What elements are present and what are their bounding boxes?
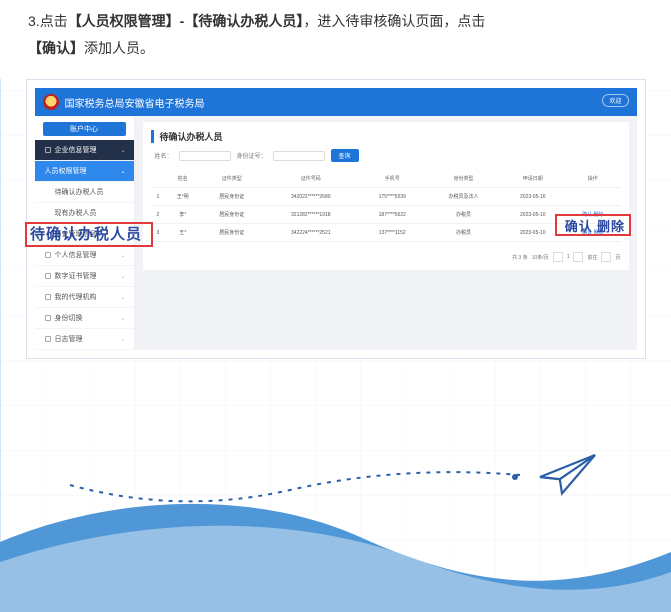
menu-icon — [45, 252, 51, 258]
sidebar-item[interactable]: 数字证书管理 ⌄ — [35, 266, 134, 287]
pager-total: 共 3 条 — [512, 254, 528, 261]
menu-icon — [45, 294, 51, 300]
nav-label: 待确认办税人员 — [55, 187, 104, 197]
td: 187****5622 — [358, 206, 426, 224]
th: 手机号 — [358, 170, 426, 188]
td: 王* — [165, 224, 200, 242]
th: 身份类型 — [426, 170, 500, 188]
td: 137****1152 — [358, 224, 426, 242]
instr-t1: 【人员权限管理】-【待确认办税人员】 — [68, 13, 304, 29]
instr-t0: 点击 — [40, 13, 68, 29]
idno-input[interactable] — [273, 151, 325, 161]
sidebar-item-active[interactable]: 人员权限管理 ⌄ — [35, 161, 134, 182]
td: 居民身份证 — [200, 188, 263, 206]
pager-jump-input[interactable] — [601, 252, 611, 262]
nav-label: 日志管理 — [55, 334, 83, 344]
th: 证件类型 — [200, 170, 263, 188]
row-actions[interactable] — [565, 188, 620, 206]
sidebar-item[interactable]: 我的代理机构 ⌄ — [35, 287, 134, 308]
app-title: 国家税务总局安徽省电子税务局 — [65, 95, 205, 110]
filter-bar: 姓名： 身份证号： 查询 — [155, 149, 621, 162]
nav-label: 身份切换 — [55, 313, 83, 323]
th — [151, 170, 166, 188]
callout-box-left — [25, 222, 153, 247]
filter-label: 姓名： — [155, 151, 173, 160]
pager-perpage[interactable]: 10条/页 — [532, 254, 549, 261]
instr-t2: ，进入待审核确认页面，点击 — [303, 13, 485, 29]
td: 342224******2521 — [263, 224, 358, 242]
nav-label: 人员权限管理 — [45, 166, 87, 176]
table-row: 1 王*明 居民身份证 342022******2680 175****5539… — [151, 188, 621, 206]
th: 申请日期 — [501, 170, 566, 188]
pager-prev[interactable] — [553, 252, 563, 262]
instruction-paragraph: 3.点击【人员权限管理】-【待确认办税人员】，进入待审核确认页面，点击【确认】添… — [0, 0, 671, 79]
menu-icon — [45, 273, 51, 279]
td: 321282******1918 — [263, 206, 358, 224]
chevron-down-icon: ⌄ — [120, 336, 125, 343]
sidebar-item[interactable]: 日志管理 ⌄ — [35, 329, 134, 350]
chevron-down-icon: ⌄ — [120, 273, 125, 280]
td: 办税员 — [426, 224, 500, 242]
user-badge[interactable]: 欢迎 — [602, 94, 628, 107]
td: 办税员 — [426, 206, 500, 224]
pager-next[interactable] — [573, 252, 583, 262]
screenshot-frame: 国家税务总局安徽省电子税务局 欢迎 账户中心 企业信息管理 ⌄ 人员权限管理 ⌄ 待… — [26, 79, 646, 359]
th: 证件号码 — [263, 170, 358, 188]
th: 姓名 — [165, 170, 200, 188]
td: 居民身份证 — [200, 206, 263, 224]
search-button[interactable]: 查询 — [331, 149, 359, 162]
nav-label: 现有办税人员 — [55, 208, 97, 218]
chevron-down-icon: ⌄ — [120, 168, 125, 175]
nav-label: 数字证书管理 — [55, 271, 97, 281]
chevron-down-icon: ⌄ — [120, 147, 125, 154]
pagination: 共 3 条 10条/页 1 前往 页 — [151, 252, 621, 262]
td: 办税员及法人 — [426, 188, 500, 206]
td: 2023-05-16 — [501, 188, 566, 206]
table-row: 3 王* 居民身份证 342224******2521 137****1152 … — [151, 224, 621, 242]
chevron-down-icon: ⌄ — [120, 294, 125, 301]
filter-label: 身份证号： — [237, 151, 267, 160]
td: 342022******2680 — [263, 188, 358, 206]
sidebar-item[interactable]: 企业信息管理 ⌄ — [35, 140, 134, 161]
sidebar-item[interactable]: 身份切换 ⌄ — [35, 308, 134, 329]
td: 1 — [151, 188, 166, 206]
table-row: 2 李* 居民身份证 321282******1918 187****5622 … — [151, 206, 621, 224]
td: 2 — [151, 206, 166, 224]
nav-label: 企业信息管理 — [55, 145, 97, 155]
nav-label: 个人信息管理 — [55, 250, 97, 260]
menu-icon — [45, 147, 51, 153]
results-table: 姓名 证件类型 证件号码 手机号 身份类型 申请日期 操作 1 王*明 — [151, 170, 621, 242]
instr-t4: 添加人员。 — [84, 40, 154, 56]
td: 175****5539 — [358, 188, 426, 206]
sidebar-tab[interactable]: 账户中心 — [43, 122, 126, 136]
chevron-down-icon: ⌄ — [120, 315, 125, 322]
menu-icon — [45, 336, 51, 342]
name-input[interactable] — [179, 151, 231, 161]
td: 居民身份证 — [200, 224, 263, 242]
callout-box-right — [555, 214, 631, 236]
menu-icon — [45, 315, 51, 321]
th: 操作 — [565, 170, 620, 188]
nav-label: 我的代理机构 — [55, 292, 97, 302]
td: 王*明 — [165, 188, 200, 206]
sidebar-subitem[interactable]: 待确认办税人员 — [35, 182, 134, 203]
sidebar-item[interactable]: 个人信息管理 ⌄ — [35, 245, 134, 266]
app-header: 国家税务总局安徽省电子税务局 欢迎 — [35, 88, 637, 116]
emblem-icon — [43, 94, 59, 110]
pager-jump-label: 前往 — [587, 254, 597, 261]
chevron-down-icon: ⌄ — [120, 252, 125, 259]
pager-jump-suffix: 页 — [615, 254, 620, 261]
page-title: 待确认办税人员 — [151, 130, 621, 143]
pager-current: 1 — [567, 254, 570, 260]
td: 李* — [165, 206, 200, 224]
wave-decoration — [0, 482, 671, 612]
step-number: 3. — [28, 13, 40, 29]
instr-t3: 【确认】 — [28, 40, 84, 56]
